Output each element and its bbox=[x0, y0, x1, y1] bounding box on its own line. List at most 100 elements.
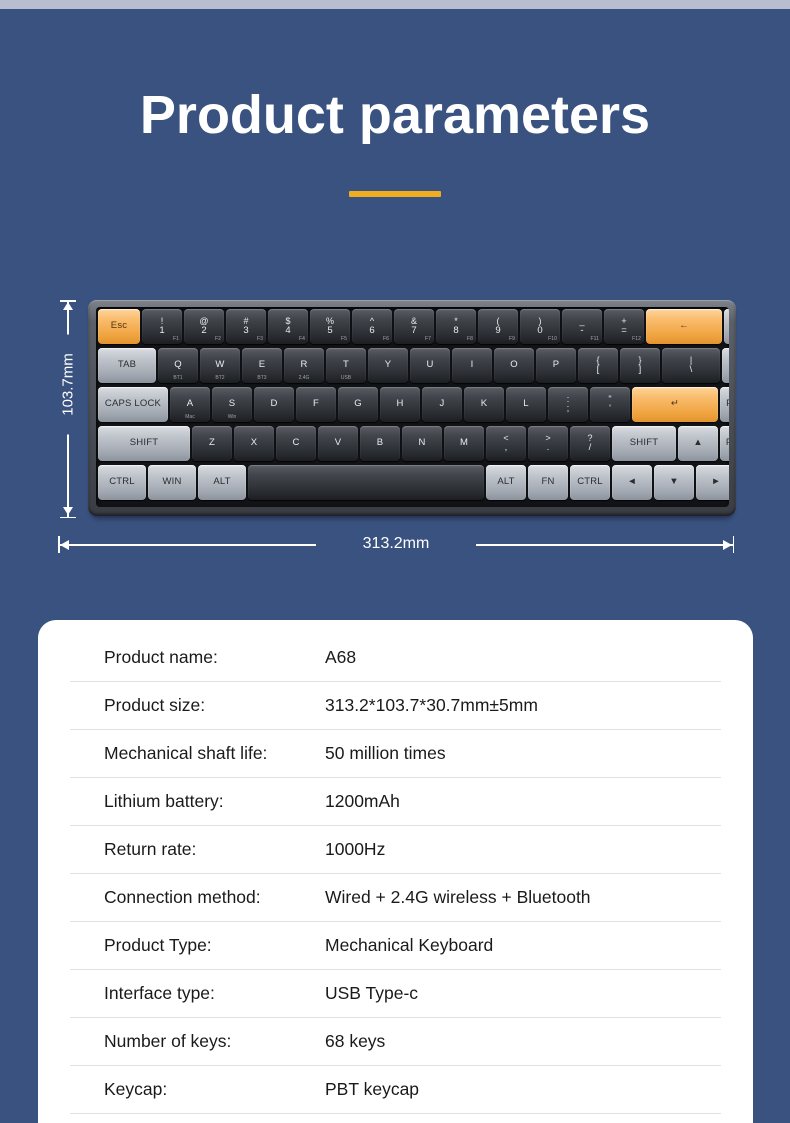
key-p[interactable]: P bbox=[536, 348, 576, 383]
key-z[interactable]: Z bbox=[192, 426, 232, 461]
key-pgup[interactable]: PGUP bbox=[720, 387, 729, 422]
key-fn[interactable]: FN bbox=[528, 465, 568, 500]
key-1[interactable]: ! 1 F1 bbox=[142, 309, 182, 344]
key-ctrl[interactable]: CTRL bbox=[570, 465, 610, 500]
key-key[interactable]: _ - F11 bbox=[562, 309, 602, 344]
key-pgdn[interactable]: PGDN bbox=[720, 426, 729, 461]
key-2[interactable]: @2 F2 bbox=[184, 309, 224, 344]
key-esc[interactable]: Esc bbox=[98, 309, 140, 344]
key-key[interactable]: + = F12 bbox=[604, 309, 644, 344]
key-legend-bottom: 2 bbox=[201, 325, 207, 337]
key-key[interactable]: :; bbox=[548, 387, 588, 422]
key-t[interactable]: T USB bbox=[326, 348, 366, 383]
key-key[interactable]: " ' bbox=[590, 387, 630, 422]
key-key[interactable]: ← bbox=[646, 309, 722, 344]
key-key[interactable]: ↵ bbox=[632, 387, 718, 422]
key-space[interactable] bbox=[248, 465, 484, 500]
key-q[interactable]: Q BT1 bbox=[158, 348, 198, 383]
key-key[interactable]: ► bbox=[696, 465, 729, 500]
key-legend: P bbox=[552, 359, 560, 371]
key-key[interactable]: | \ bbox=[662, 348, 720, 383]
spec-label: Lithium battery: bbox=[104, 791, 224, 811]
key-y[interactable]: Y bbox=[368, 348, 408, 383]
key-legend: R bbox=[300, 359, 308, 371]
key-e[interactable]: E BT3 bbox=[242, 348, 282, 383]
key-legend: Q bbox=[174, 359, 182, 371]
key-legend: T bbox=[342, 359, 349, 371]
spec-card: Product name: A68 Product size: 313.2*103.7… bbox=[38, 620, 753, 1123]
spec-label: Product name: bbox=[104, 647, 218, 667]
key-3[interactable]: #3 F3 bbox=[226, 309, 266, 344]
key-key[interactable]: <, bbox=[486, 426, 526, 461]
key-0[interactable]: ) 0 F10 bbox=[520, 309, 560, 344]
key-key[interactable]: ? / bbox=[570, 426, 610, 461]
key-l[interactable]: L bbox=[506, 387, 546, 422]
key-7[interactable]: & 7 F7 bbox=[394, 309, 434, 344]
key-legend: G bbox=[354, 398, 362, 410]
key-key[interactable]: }] bbox=[620, 348, 660, 383]
key-9[interactable]: (9 F9 bbox=[478, 309, 518, 344]
key-s[interactable]: S Win bbox=[212, 387, 252, 422]
key-alt[interactable]: ALT bbox=[486, 465, 526, 500]
key-b[interactable]: B bbox=[360, 426, 400, 461]
key-d[interactable]: D bbox=[254, 387, 294, 422]
key-h[interactable]: H bbox=[380, 387, 420, 422]
key-key[interactable]: {[ bbox=[578, 348, 618, 383]
spec-label: Product size: bbox=[104, 695, 206, 715]
key-sublegend: USB bbox=[340, 374, 352, 381]
key-w[interactable]: W BT2 bbox=[200, 348, 240, 383]
key-capslock[interactable]: CAPS LOCK bbox=[98, 387, 168, 422]
key-5[interactable]: % 5 F5 bbox=[310, 309, 350, 344]
key-u[interactable]: U bbox=[410, 348, 450, 383]
key-shift[interactable]: SHIFT bbox=[612, 426, 676, 461]
key-4[interactable]: $4 F4 bbox=[268, 309, 308, 344]
key-sublegend: F5 bbox=[340, 335, 347, 342]
key-j[interactable]: J bbox=[422, 387, 462, 422]
table-row: Number of keys: 68 keys bbox=[70, 1018, 721, 1066]
key-6[interactable]: ^ 6 F6 bbox=[352, 309, 392, 344]
key-del[interactable]: DEL bbox=[722, 348, 729, 383]
keyboard-illustration: Esc! 1 F1 @2 F2 #3 F3 $4 F4% 5 F5 ^ 6 F6 & 7 F7 * 8 F8(9 F9)… bbox=[88, 300, 736, 519]
key-key[interactable]: ▲ bbox=[678, 426, 718, 461]
key-legend: O bbox=[510, 359, 518, 371]
key-legend: CAPS LOCK bbox=[104, 398, 162, 410]
key-legend: ALT bbox=[213, 476, 231, 488]
key-g[interactable]: G bbox=[338, 387, 378, 422]
spec-label: Product Type: bbox=[104, 935, 212, 955]
key-legend: X bbox=[250, 437, 258, 449]
key-legend-bottom: / bbox=[588, 442, 592, 454]
key-key[interactable]: ▼ bbox=[654, 465, 694, 500]
table-row: Product name: A68 bbox=[70, 634, 721, 682]
key-n[interactable]: N bbox=[402, 426, 442, 461]
spec-value: 1000Hz bbox=[325, 839, 386, 859]
key-m[interactable]: M bbox=[444, 426, 484, 461]
key-shift[interactable]: SHIFT bbox=[98, 426, 190, 461]
key-r[interactable]: R 2.4G bbox=[284, 348, 324, 383]
key-win[interactable]: WIN bbox=[148, 465, 196, 500]
key-v[interactable]: V bbox=[318, 426, 358, 461]
key-alt[interactable]: ALT bbox=[198, 465, 246, 500]
key-legend: W bbox=[215, 359, 225, 371]
spec-label: Connection method: bbox=[104, 887, 261, 907]
key-c[interactable]: C bbox=[276, 426, 316, 461]
key-legend: C bbox=[292, 437, 300, 449]
key-sublegend: BT3 bbox=[257, 374, 267, 381]
key-legend-bottom: 9 bbox=[495, 325, 501, 337]
key-a[interactable]: A Mac bbox=[170, 387, 210, 422]
key-8[interactable]: * 8 F8 bbox=[436, 309, 476, 344]
key-key[interactable]: >. bbox=[528, 426, 568, 461]
key-tab[interactable]: TAB bbox=[98, 348, 156, 383]
key-legend: M bbox=[459, 437, 469, 449]
spec-value: 1200mAh bbox=[325, 791, 400, 811]
key-legend: J bbox=[439, 398, 445, 410]
spec-label: Number of keys: bbox=[104, 1031, 232, 1051]
key-key[interactable]: ◄ bbox=[612, 465, 652, 500]
key-i[interactable]: I bbox=[452, 348, 492, 383]
key-f[interactable]: F bbox=[296, 387, 336, 422]
key-o[interactable]: O bbox=[494, 348, 534, 383]
key-key[interactable]: ~` bbox=[724, 309, 729, 344]
key-sublegend: F10 bbox=[548, 335, 557, 342]
key-x[interactable]: X bbox=[234, 426, 274, 461]
key-k[interactable]: K bbox=[464, 387, 504, 422]
key-ctrl[interactable]: CTRL bbox=[98, 465, 146, 500]
